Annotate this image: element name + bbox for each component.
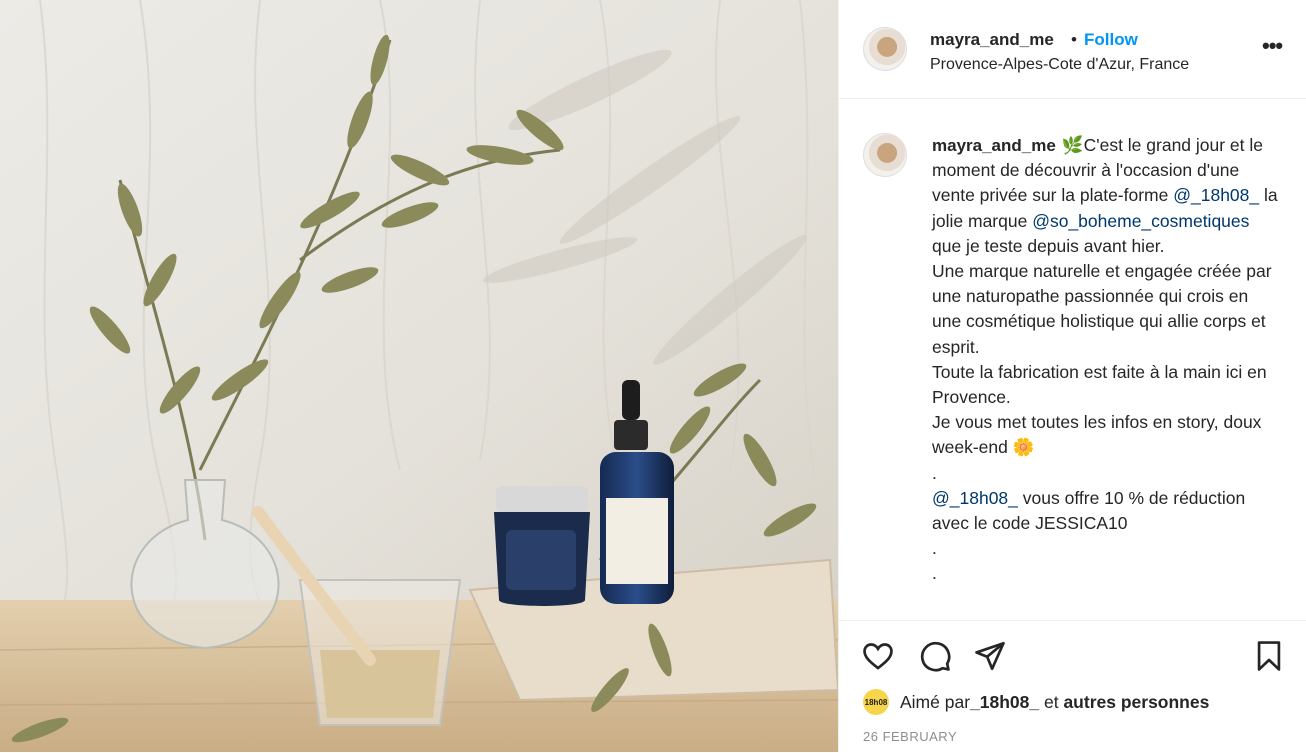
comment-icon[interactable] bbox=[918, 639, 952, 678]
caption-author-avatar[interactable] bbox=[863, 133, 907, 177]
likes-others-link[interactable]: autres personnes bbox=[1063, 692, 1209, 713]
caption-text: mayra_and_me 🌿C'est le grand jour et le m… bbox=[932, 133, 1282, 587]
caption-body: 🌿C'est le grand jour et le moment de déc… bbox=[932, 135, 1283, 583]
follow-button[interactable]: Follow bbox=[1084, 30, 1138, 50]
likes-prefix: Aimé par bbox=[900, 691, 971, 712]
author-avatar[interactable] bbox=[863, 27, 907, 71]
likes-summary: 18h08 Aimé par _18h08_ et autres personn… bbox=[863, 689, 1209, 715]
author-username[interactable]: mayra_and_me bbox=[930, 30, 1054, 50]
likes-middle: et bbox=[1039, 691, 1064, 712]
bookmark-icon[interactable] bbox=[1252, 639, 1286, 678]
caption-mention[interactable]: @so_boheme_cosmetiques bbox=[1032, 211, 1249, 231]
caption-author-username[interactable]: mayra_and_me bbox=[932, 136, 1056, 155]
header-separator: • bbox=[1071, 30, 1077, 49]
post-location[interactable]: Provence-Alpes-Cote d'Azur, France bbox=[930, 56, 1189, 74]
share-icon[interactable] bbox=[973, 639, 1007, 678]
liker-username[interactable]: _18h08_ bbox=[970, 692, 1039, 713]
caption-mention[interactable]: @_18h08_ bbox=[1173, 185, 1259, 205]
post-actions: 18h08 Aimé par _18h08_ et autres personn… bbox=[839, 620, 1306, 753]
caption-mention[interactable]: @_18h08_ bbox=[932, 488, 1018, 508]
caption-comment: mayra_and_me 🌿C'est le grand jour et le m… bbox=[839, 99, 1306, 619]
post-date[interactable]: 26 FEBRUARY bbox=[863, 729, 957, 744]
liker-avatar[interactable]: 18h08 bbox=[863, 689, 889, 715]
post-image[interactable] bbox=[0, 0, 838, 752]
post-side-panel: mayra_and_me • Follow Provence-Alpes-Cot… bbox=[838, 0, 1306, 752]
more-options-icon[interactable]: ••• bbox=[1262, 33, 1283, 59]
caption-text-segment: que je teste depuis avant hier. Une marq… bbox=[932, 235, 1272, 483]
heart-icon[interactable] bbox=[861, 639, 895, 678]
post-photo-illustration bbox=[0, 0, 838, 752]
post-header: mayra_and_me • Follow Provence-Alpes-Cot… bbox=[839, 0, 1306, 99]
